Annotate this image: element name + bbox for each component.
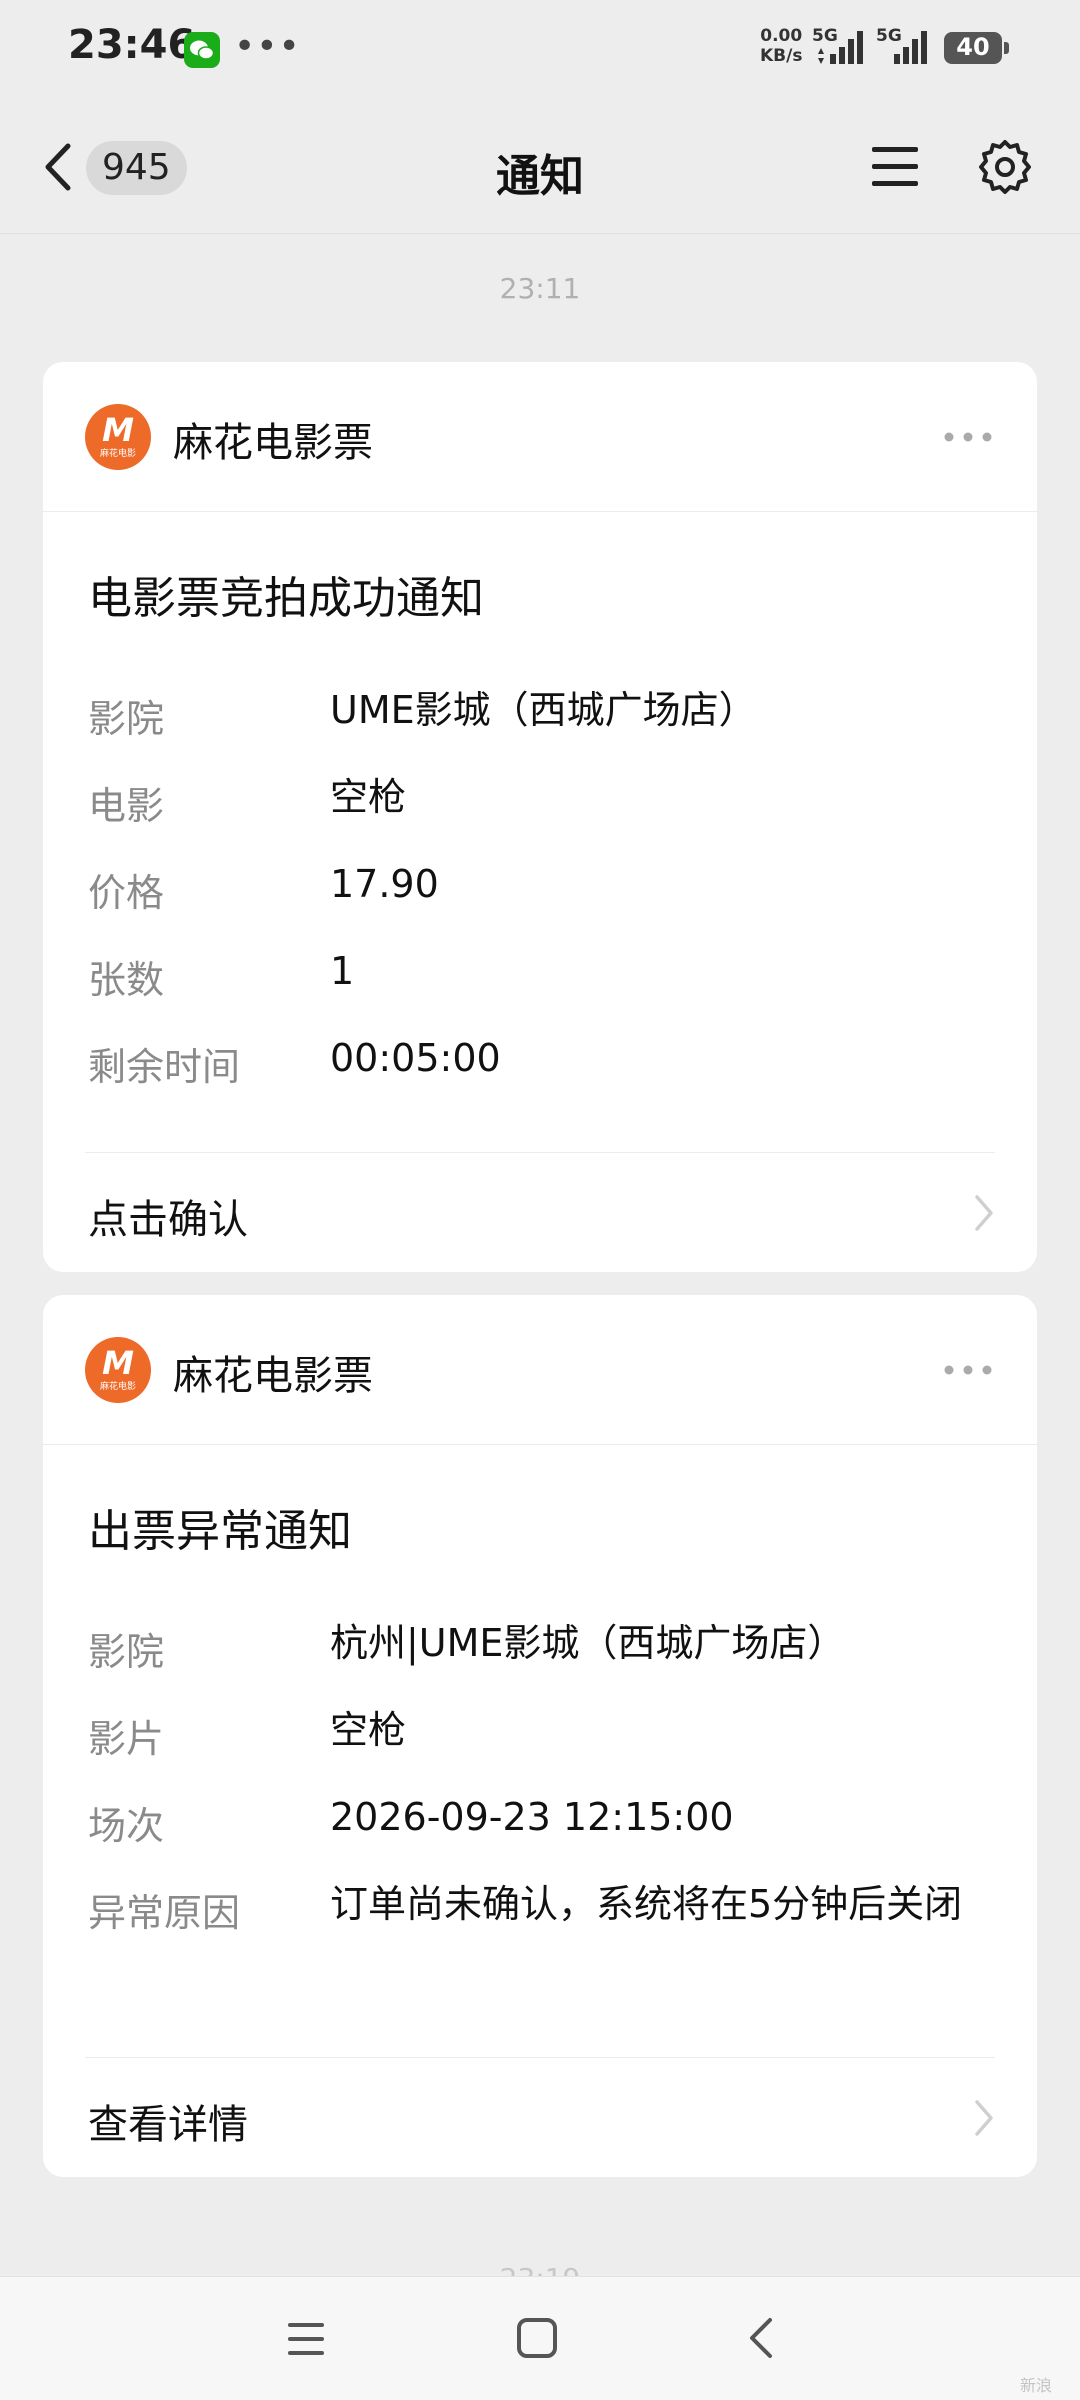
field-label: 价格: [88, 871, 165, 915]
chevron-right-icon: [969, 2096, 999, 2140]
field-value: 订单尚未确认，系统将在5分钟后关闭: [330, 1882, 963, 1926]
avatar[interactable]: M 麻花电影: [85, 404, 151, 470]
net-speed-unit: KB/s: [760, 46, 803, 66]
field-label: 剩余时间: [88, 1045, 241, 1089]
card-title: 出票异常通知: [88, 1506, 352, 1557]
network-speed: 0.00 KB/s: [760, 26, 802, 66]
card-header: M 麻花电影 麻花电影票: [43, 362, 1037, 512]
field-label: 电影: [88, 784, 165, 828]
field-value: 17.90: [330, 862, 439, 906]
notification-card[interactable]: M 麻花电影 麻花电影票 电影票竞拍成功通知 影院 UME影城（西城广场店） 电…: [43, 362, 1037, 1272]
field-label: 影院: [88, 697, 165, 741]
status-time: 23:46: [68, 22, 196, 68]
screen: 23:46 ••• 0.00 KB/s 5G 5G 40 945 通知 23:1…: [0, 0, 1080, 2400]
field-value: 空枪: [330, 775, 407, 819]
avatar-letter: M: [102, 1344, 134, 1382]
avatar[interactable]: M 麻花电影: [85, 1337, 151, 1403]
sender-name[interactable]: 麻花电影票: [173, 1343, 373, 1401]
battery-level: 40: [956, 33, 990, 61]
more-icon[interactable]: [943, 1355, 993, 1385]
field-value: 杭州|UME影城（西城广场店）: [330, 1621, 846, 1665]
wechat-icon: [184, 32, 220, 68]
action-label: 点击确认: [88, 1197, 248, 1243]
more-icon[interactable]: [943, 422, 993, 452]
top-bar: 945 通知: [0, 100, 1080, 234]
action-label: 查看详情: [88, 2102, 248, 2148]
home-icon[interactable]: [514, 2315, 560, 2361]
field-label: 影片: [88, 1717, 165, 1761]
more-dots-icon: •••: [234, 26, 301, 67]
avatar-text: 麻花电影: [99, 1382, 136, 1392]
nav-back-icon[interactable]: [742, 2315, 782, 2361]
field-value: 00:05:00: [330, 1036, 501, 1080]
watermark: 新浪: [1019, 2376, 1052, 2395]
field-label: 影院: [88, 1630, 165, 1674]
recent-apps-icon[interactable]: [284, 2317, 328, 2361]
field-value: UME影城（西城广场店）: [330, 688, 757, 732]
field-label: 张数: [88, 958, 165, 1002]
field-value: 2026-09-23 12:15:00: [330, 1795, 734, 1839]
view-details-row[interactable]: 查看详情: [43, 2058, 1037, 2177]
sender-name[interactable]: 麻花电影票: [173, 410, 373, 468]
confirm-action-row[interactable]: 点击确认: [43, 1153, 1037, 1272]
net-speed-value: 0.00: [760, 26, 803, 46]
avatar-letter: M: [102, 411, 134, 449]
message-timestamp: 23:11: [499, 272, 581, 305]
status-bar: 23:46 ••• 0.00 KB/s 5G 5G 40: [0, 0, 1080, 100]
notification-card[interactable]: M 麻花电影 麻花电影票 出票异常通知 影院 杭州|UME影城（西城广场店） 影…: [43, 1295, 1037, 2177]
field-label: 场次: [88, 1804, 165, 1848]
navigation-bar: [0, 2276, 1080, 2400]
card-title: 电影票竞拍成功通知: [88, 573, 484, 624]
gear-icon[interactable]: [976, 138, 1034, 196]
chevron-right-icon: [969, 1191, 999, 1235]
field-value: 空枪: [330, 1708, 407, 1752]
menu-icon[interactable]: [870, 144, 920, 190]
avatar-text: 麻花电影: [99, 449, 136, 459]
card-header: M 麻花电影 麻花电影票: [43, 1295, 1037, 1445]
battery-icon: 40: [944, 32, 1009, 64]
field-label: 异常原因: [88, 1891, 241, 1935]
field-value: 1: [330, 949, 355, 993]
